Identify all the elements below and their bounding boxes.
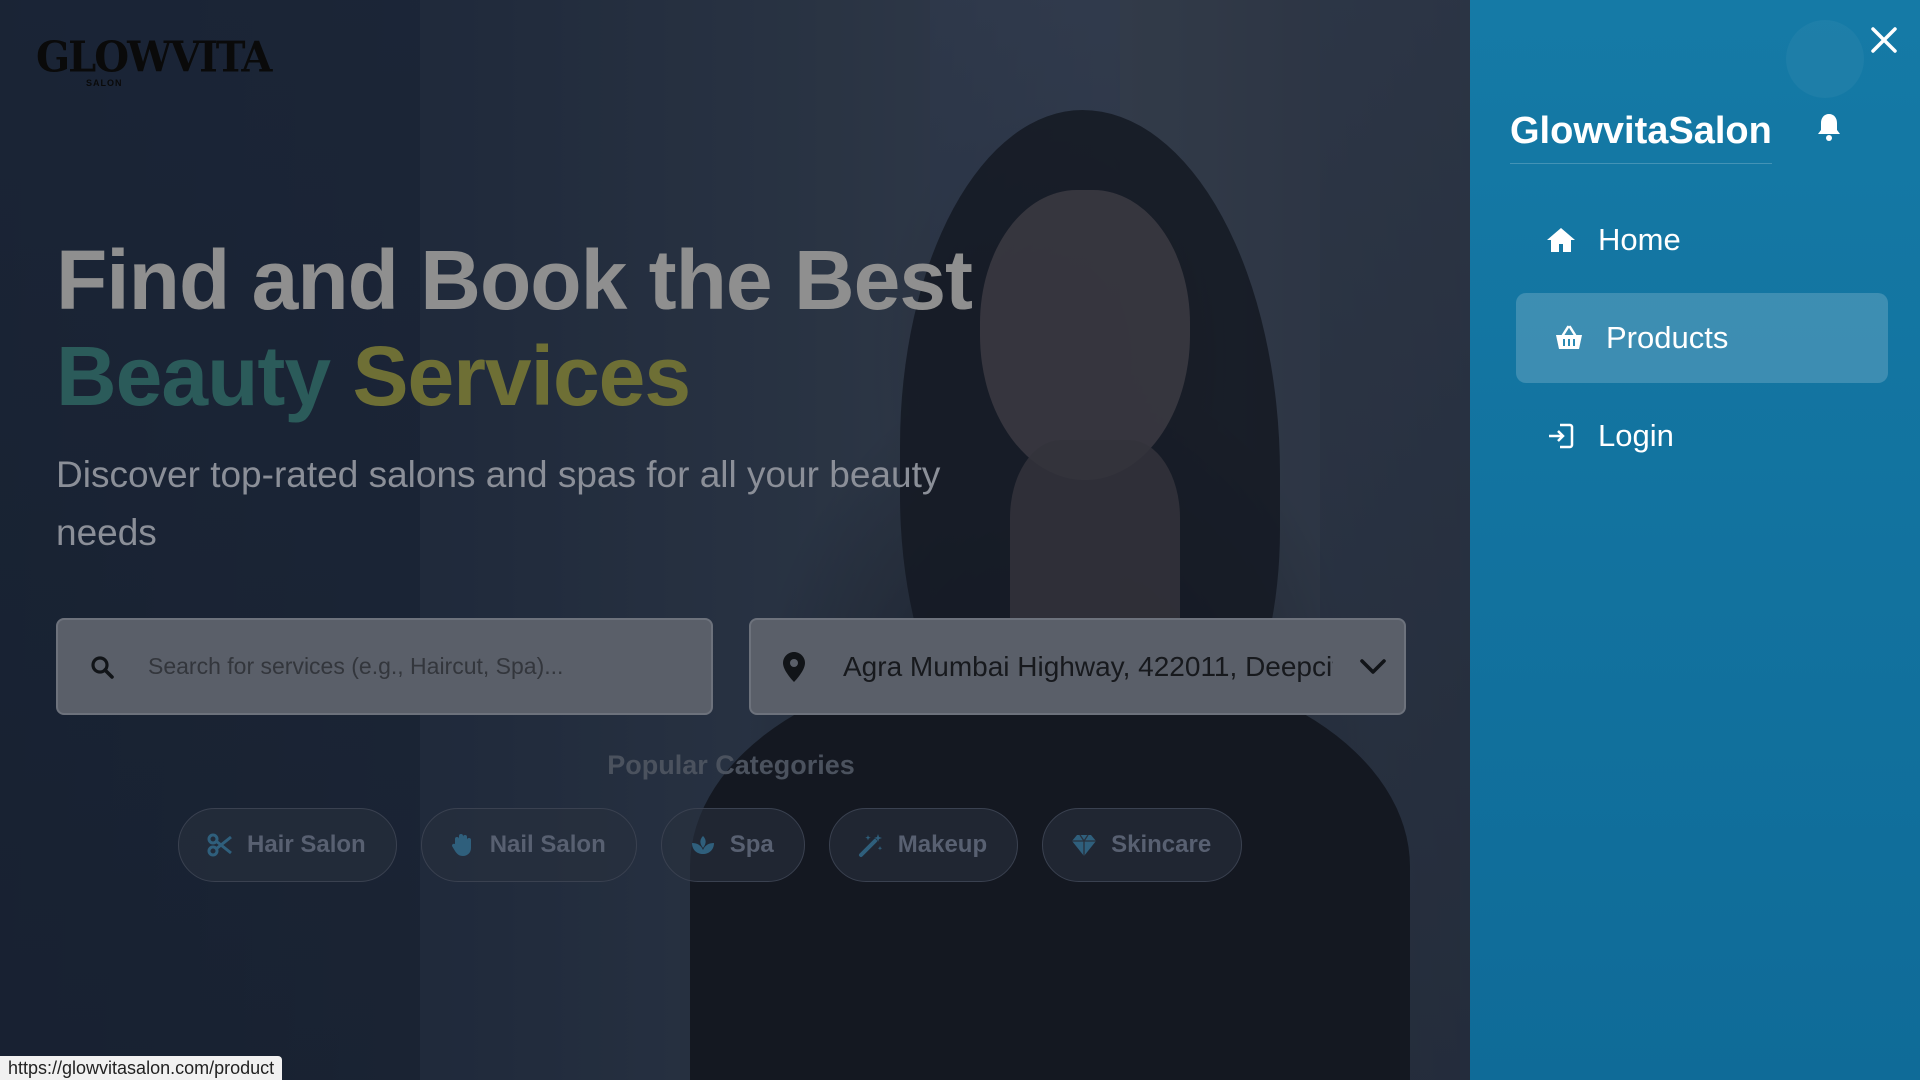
location-value: Agra Mumbai Highway, 422011, Deepcity bbox=[843, 650, 1333, 682]
headline-line-1: Find and Book the Best bbox=[56, 233, 973, 327]
category-list: Hair Salon Nail Salon Spa Makeup Skincar… bbox=[178, 808, 1243, 882]
nav-item-home[interactable]: Home bbox=[1516, 195, 1888, 285]
close-icon[interactable] bbox=[1868, 24, 1900, 56]
search-icon bbox=[91, 655, 114, 679]
category-chip-skincare[interactable]: Skincare bbox=[1042, 808, 1243, 882]
chevron-down-icon[interactable] bbox=[1359, 657, 1387, 677]
scissors-icon bbox=[207, 833, 232, 857]
logo-subtext: SALON bbox=[86, 78, 123, 88]
nav-item-label: Home bbox=[1598, 222, 1681, 257]
category-chip-hair-salon[interactable]: Hair Salon bbox=[178, 808, 397, 882]
nav-item-login[interactable]: Login bbox=[1516, 391, 1888, 481]
bell-icon[interactable] bbox=[1816, 112, 1842, 142]
menu-toggle-shadow bbox=[1786, 20, 1864, 98]
location-selector[interactable]: Agra Mumbai Highway, 422011, Deepcity bbox=[749, 618, 1406, 715]
category-label: Spa bbox=[729, 831, 774, 858]
drawer-nav: Home Products Login bbox=[1516, 195, 1888, 489]
nav-item-products[interactable]: Products bbox=[1516, 293, 1888, 383]
hand-icon bbox=[451, 834, 471, 856]
home-icon bbox=[1547, 228, 1575, 252]
drawer-brand-title[interactable]: GlowvitaSalon bbox=[1510, 110, 1772, 164]
category-label: Makeup bbox=[897, 831, 988, 858]
hero-subheadline: Discover top-rated salons and spas for a… bbox=[56, 454, 941, 553]
category-chip-spa[interactable]: Spa bbox=[660, 808, 805, 882]
headline-line-2: Beauty Services bbox=[56, 328, 972, 424]
service-search-input[interactable] bbox=[148, 653, 711, 680]
nav-item-label: Login bbox=[1598, 418, 1674, 453]
nav-item-label: Products bbox=[1606, 320, 1729, 355]
map-pin-icon bbox=[783, 651, 805, 682]
magic-wand-icon bbox=[858, 834, 882, 857]
headline-word-beauty: Beauty bbox=[56, 329, 331, 423]
spa-icon bbox=[691, 836, 714, 854]
category-chip-nail-salon[interactable]: Nail Salon bbox=[420, 808, 637, 882]
basket-icon bbox=[1556, 325, 1582, 349]
headline-word-services: Services bbox=[352, 329, 691, 423]
link-status-bar: https://glowvitasalon.com/product bbox=[0, 1056, 283, 1080]
category-label: Hair Salon bbox=[247, 831, 366, 858]
hero-headline: Find and Book the Best Beauty Services bbox=[56, 232, 973, 424]
login-icon bbox=[1549, 423, 1574, 449]
logo-text: GLOWVITA bbox=[36, 32, 272, 83]
side-navigation-drawer: GlowvitaSalon Home Products Login bbox=[1470, 0, 1920, 1080]
service-search-box[interactable] bbox=[56, 618, 713, 715]
category-chip-makeup[interactable]: Makeup bbox=[828, 808, 1019, 882]
categories-title: Popular Categories bbox=[607, 750, 855, 780]
gem-icon bbox=[1072, 834, 1097, 856]
category-label: Skincare bbox=[1111, 831, 1212, 858]
category-label: Nail Salon bbox=[489, 831, 606, 858]
